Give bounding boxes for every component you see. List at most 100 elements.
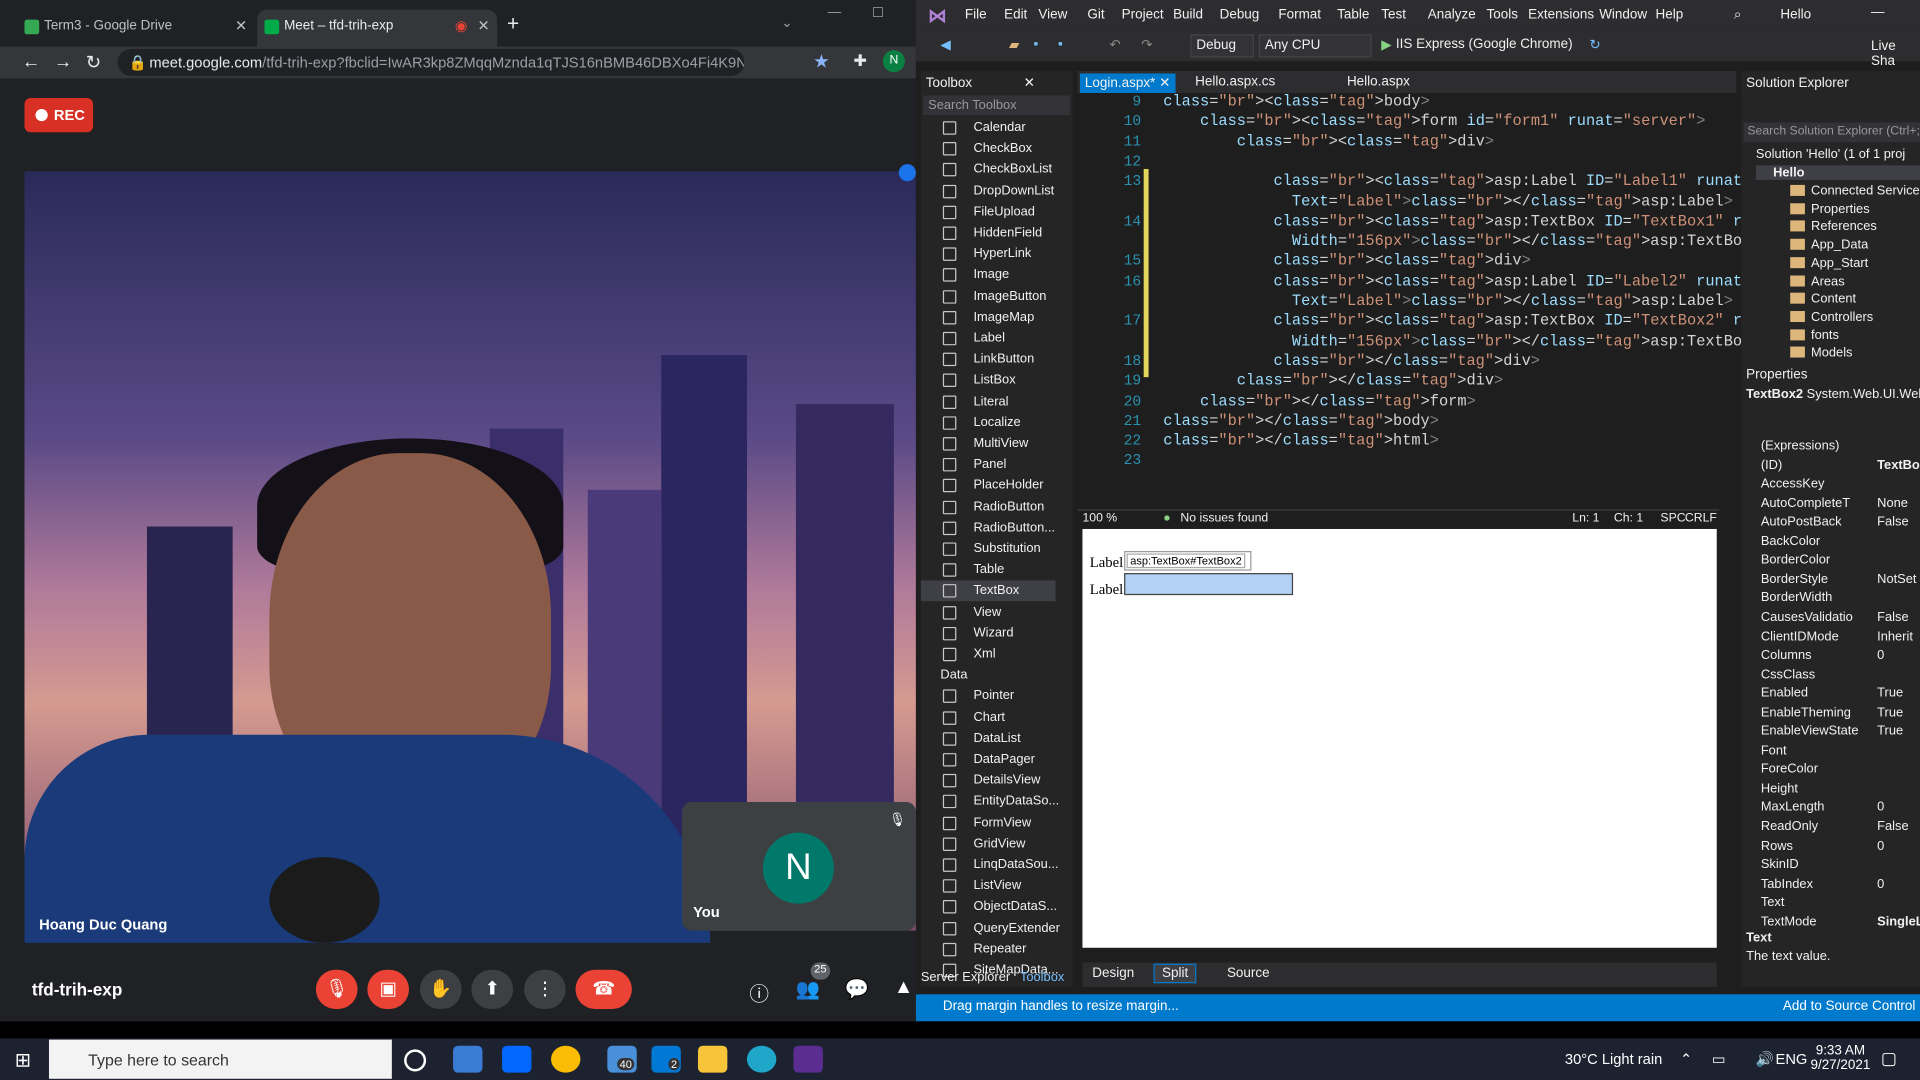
menu-extensions[interactable]: Extensions — [1528, 7, 1594, 22]
clock[interactable]: 9:33 AM 9/27/2021 — [1810, 1043, 1871, 1072]
toolbox-item[interactable]: ImageMap — [921, 307, 1056, 328]
toolbox-item[interactable]: LinkButton — [921, 349, 1056, 370]
language[interactable]: ENG — [1776, 1051, 1808, 1068]
property-row[interactable]: EnableViewState True — [1761, 724, 1920, 739]
toolbox-item[interactable]: HyperLink — [921, 244, 1056, 265]
property-row[interactable]: (ID) TextBox2 — [1761, 457, 1920, 472]
property-row[interactable]: AutoCompleteT None — [1761, 495, 1920, 510]
property-row[interactable]: BackColor — [1761, 534, 1920, 549]
property-row[interactable]: AccessKey — [1761, 476, 1920, 491]
toolbox-search[interactable]: Search Toolbox — [923, 95, 1071, 116]
save-icon[interactable]: ▪ — [1033, 37, 1038, 52]
solution-search[interactable]: Search Solution Explorer (Ctrl+;) — [1743, 122, 1920, 143]
toolbox-item[interactable]: DropDownList — [921, 181, 1056, 202]
property-row[interactable]: TabIndex 0 — [1761, 876, 1920, 891]
toolbox-item[interactable]: DataPager — [921, 749, 1056, 770]
property-row[interactable]: BorderStyle NotSet — [1761, 572, 1920, 587]
forward-icon[interactable]: → — [54, 51, 72, 72]
toolbox-item[interactable]: Literal — [921, 391, 1056, 412]
property-row[interactable]: AutoPostBack False — [1761, 515, 1920, 530]
tab-source[interactable]: Source — [1227, 966, 1270, 981]
leave-call-button[interactable]: ☎ — [575, 969, 632, 1009]
selected-object[interactable]: TextBox2 System.Web.UI.WebC — [1746, 387, 1920, 402]
design-textbox2[interactable] — [1124, 573, 1294, 596]
solution-item[interactable]: Content — [1790, 292, 1856, 306]
property-row[interactable]: Height — [1761, 781, 1920, 796]
close-icon[interactable]: ✕ — [235, 17, 247, 34]
code-line[interactable]: Width="156px">class="br"></class="tag">a… — [1163, 333, 1761, 350]
property-row[interactable]: Text — [1761, 895, 1920, 910]
tab-meet[interactable]: Meet – tfd-trih-exp ◉ ✕ — [257, 9, 498, 47]
toolbox-item[interactable]: Substitution — [921, 539, 1056, 560]
code-line[interactable]: class="br"><class="tag">asp:Label ID="La… — [1163, 273, 1824, 290]
network-icon[interactable]: ▭ — [1712, 1051, 1726, 1068]
toolbox-item[interactable]: Wizard — [921, 623, 1056, 644]
back-icon[interactable]: ← — [22, 51, 40, 72]
property-row[interactable]: Font — [1761, 743, 1920, 758]
menu-table[interactable]: Table — [1337, 7, 1369, 22]
code-line[interactable]: class="br"><class="tag">div> — [1163, 133, 1494, 150]
toolbox-item[interactable]: Xml — [921, 644, 1056, 665]
weather[interactable]: 30°C Light rain — [1565, 1051, 1662, 1068]
run-target[interactable]: IIS Express (Google Chrome) — [1396, 37, 1573, 52]
property-value[interactable]: True — [1877, 724, 1903, 739]
code-line[interactable]: class="br"></class="tag">div> — [1163, 353, 1540, 370]
code-line[interactable]: class="br"><class="tag">form id="form1" … — [1163, 113, 1705, 130]
tab-hello-aspx[interactable]: Hello.aspx — [1342, 73, 1415, 93]
property-value[interactable]: NotSet — [1877, 572, 1916, 587]
toolbox-item[interactable]: MultiView — [921, 433, 1056, 454]
property-value[interactable]: Inherit — [1877, 629, 1913, 644]
property-row[interactable]: (Expressions) — [1761, 438, 1920, 453]
chevron-up-icon[interactable]: ⌃ — [1680, 1051, 1692, 1068]
save-all-icon[interactable]: ▪ — [1058, 37, 1063, 52]
chat-icon[interactable]: 💬 — [845, 977, 869, 1001]
toolbox-item[interactable]: RadioButton — [921, 497, 1056, 518]
toolbox-item[interactable]: Panel — [921, 455, 1056, 476]
property-value[interactable]: 0 — [1877, 800, 1884, 815]
menu-test[interactable]: Test — [1381, 7, 1406, 22]
app-icon[interactable] — [453, 1045, 483, 1073]
tab-hello-aspx-cs[interactable]: Hello.aspx.cs — [1190, 73, 1280, 93]
toolbox-item[interactable]: Localize — [921, 412, 1056, 433]
menu-format[interactable]: Format — [1278, 7, 1321, 22]
toolbox-item[interactable]: Calendar — [921, 118, 1056, 139]
toolbox-item[interactable]: ObjectDataS... — [921, 897, 1057, 918]
toolbox-item[interactable]: View — [921, 602, 1056, 623]
bottom-tab[interactable]: Toolbox — [1020, 970, 1064, 985]
menu-window[interactable]: Window — [1599, 7, 1647, 22]
property-row[interactable]: Enabled True — [1761, 686, 1920, 701]
property-value[interactable]: True — [1877, 705, 1903, 720]
property-value[interactable]: False — [1877, 610, 1908, 625]
property-row[interactable]: CausesValidatio False — [1761, 610, 1920, 625]
solution-item[interactable]: fonts — [1790, 328, 1839, 342]
property-row[interactable]: ReadOnly False — [1761, 819, 1920, 834]
refresh-icon[interactable]: ↻ — [1589, 37, 1600, 53]
toolbox-item[interactable]: Label — [921, 328, 1056, 349]
property-value[interactable]: 0 — [1877, 838, 1884, 853]
cortana-icon[interactable] — [404, 1049, 427, 1072]
toolbox-item[interactable]: DataList — [921, 728, 1056, 749]
project-node[interactable]: Hello — [1755, 165, 1920, 181]
search-icon[interactable]: ⌕ — [1734, 7, 1742, 23]
design-surface[interactable]: Label Label asp:TextBox#TextBox2 — [1082, 528, 1717, 948]
run-icon[interactable]: ▶ — [1381, 37, 1391, 53]
menu-debug[interactable]: Debug — [1220, 7, 1260, 22]
camera-toggle-button[interactable]: ▣ — [367, 969, 409, 1009]
visual-studio-icon[interactable] — [793, 1045, 823, 1073]
address-bar[interactable]: 🔒 meet.google.com/tfd-trih-exp?fbclid=IwA… — [117, 48, 745, 76]
code-line[interactable]: class="br"></class="tag">form> — [1163, 392, 1476, 409]
menu-file[interactable]: File — [965, 7, 987, 22]
property-value[interactable]: SingleLine — [1877, 914, 1920, 929]
design-label2[interactable]: Label — [1090, 580, 1123, 598]
notifications-icon[interactable]: ▢ — [1881, 1048, 1897, 1069]
solution-item[interactable]: App_Start — [1790, 256, 1868, 270]
extensions-icon[interactable]: ✚ — [853, 51, 866, 71]
property-row[interactable]: SkinID — [1761, 857, 1920, 872]
info-icon[interactable]: ⓘ — [749, 977, 769, 1006]
property-value[interactable]: True — [1877, 686, 1903, 701]
minimize-button[interactable]: — — [828, 5, 841, 20]
solution-item[interactable]: References — [1790, 220, 1877, 234]
solution-item[interactable]: Connected Services — [1790, 184, 1920, 198]
profile-avatar[interactable]: N — [882, 50, 905, 73]
taskbar-search[interactable]: Type here to search — [48, 1039, 392, 1079]
